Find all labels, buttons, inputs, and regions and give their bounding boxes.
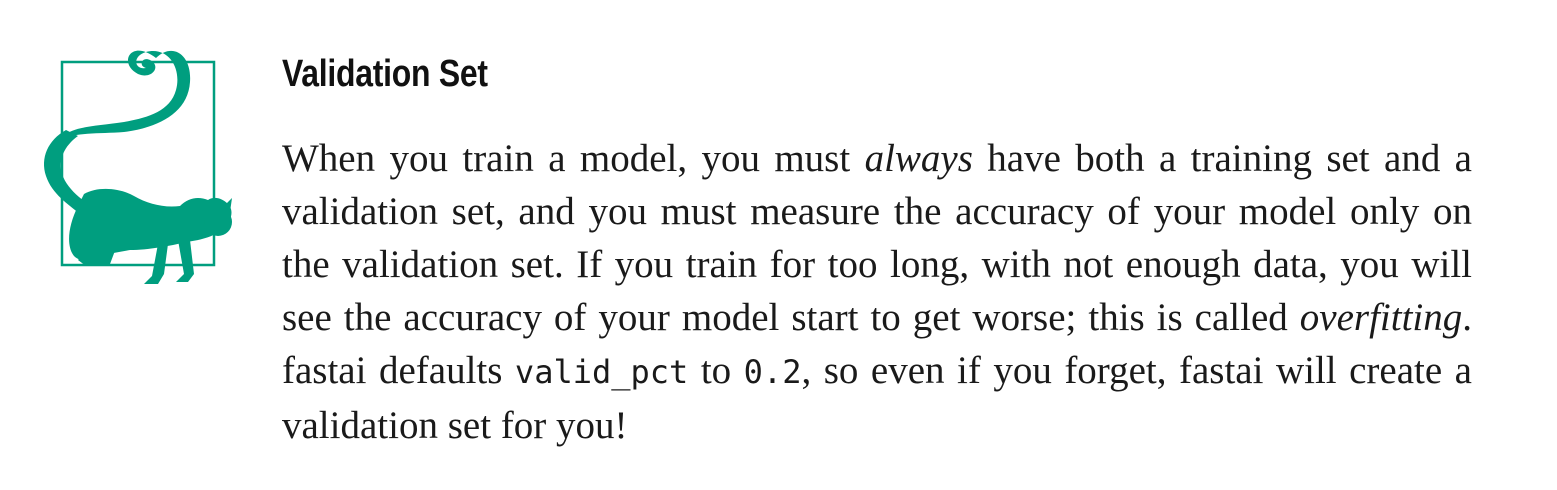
- note-body: When you train a model, you must always …: [282, 132, 1472, 452]
- code-value: 0.2: [743, 353, 802, 391]
- code-valid-pct: valid_pct: [514, 353, 689, 391]
- emphasis-overfitting: overfitting: [1299, 296, 1463, 339]
- tip-note: Validation Set When you train a model, y…: [0, 0, 1557, 490]
- lemur-icon: [44, 50, 232, 284]
- body-text: to: [688, 349, 744, 392]
- note-title: Validation Set: [282, 53, 488, 95]
- body-text: When you train a model, you must: [282, 137, 865, 180]
- emphasis-always: always: [864, 137, 973, 180]
